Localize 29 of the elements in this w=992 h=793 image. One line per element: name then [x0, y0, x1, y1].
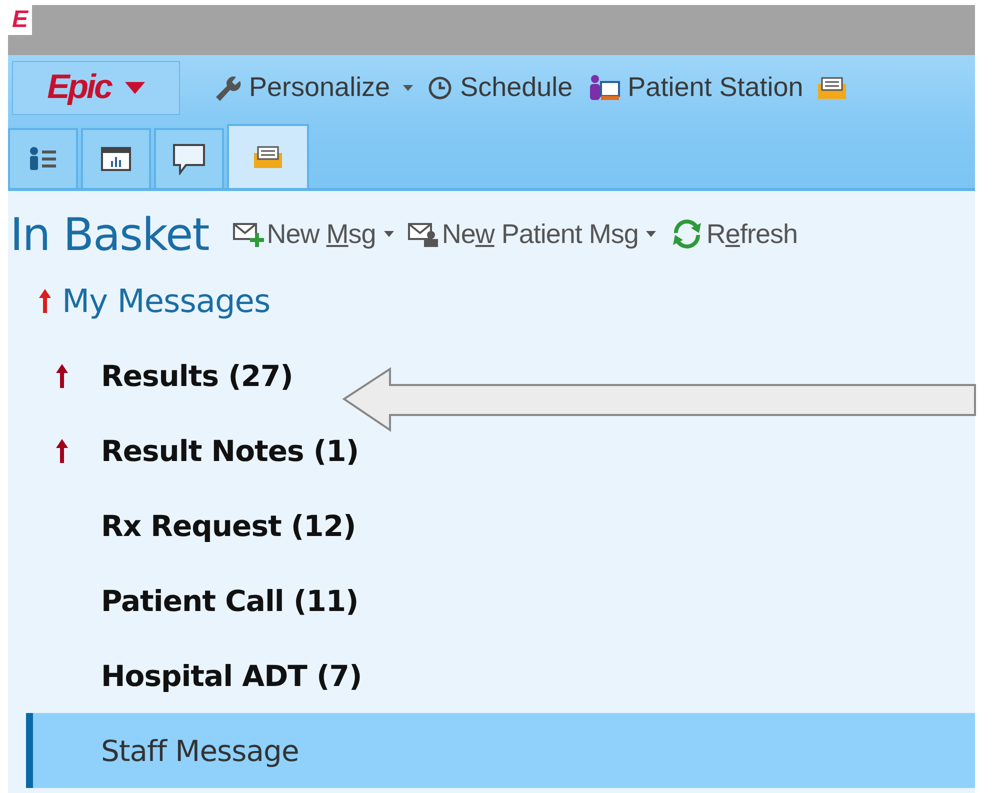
folder-item[interactable]: Result Notes (1) — [101, 434, 359, 468]
toolbar-menu-button[interactable]: Personalize — [212, 72, 414, 103]
new-message-icon — [232, 221, 265, 247]
folder-item[interactable]: Patient Call (11) — [101, 584, 358, 618]
toolbar-button[interactable]: New Msg — [232, 218, 394, 250]
toolbar-button[interactable]: New Patient Msg — [408, 218, 656, 250]
activity-tab[interactable] — [8, 128, 78, 188]
caret-icon — [124, 82, 145, 94]
inbox-icon — [253, 145, 283, 169]
chart-icon — [101, 146, 131, 172]
clock-icon — [427, 74, 454, 100]
epic-menu-button[interactable]: Epic — [12, 60, 180, 114]
toolbar-button[interactable]: Patient Station — [586, 72, 804, 103]
page-title: In Basket — [10, 208, 209, 260]
folder-item[interactable]: Staff Message — [101, 734, 299, 768]
chat-icon — [172, 143, 206, 175]
folder-item[interactable]: Hospital ADT (7) — [101, 658, 362, 692]
inbox-icon — [817, 76, 848, 100]
caret-icon — [403, 84, 414, 90]
folder-item[interactable]: Rx Request (12) — [101, 508, 356, 542]
toolbar-button[interactable]: Refresh — [670, 217, 798, 251]
activity-tab[interactable] — [81, 128, 151, 188]
activity-tab[interactable] — [154, 128, 224, 188]
folder-item[interactable]: Results (27) — [101, 358, 293, 392]
toolbar-button[interactable]: Schedule — [427, 72, 573, 103]
patient-list-icon — [28, 146, 58, 172]
patient-message-icon — [408, 221, 440, 247]
app-logo: E — [8, 5, 32, 35]
folder-title: My Messages — [62, 282, 270, 320]
